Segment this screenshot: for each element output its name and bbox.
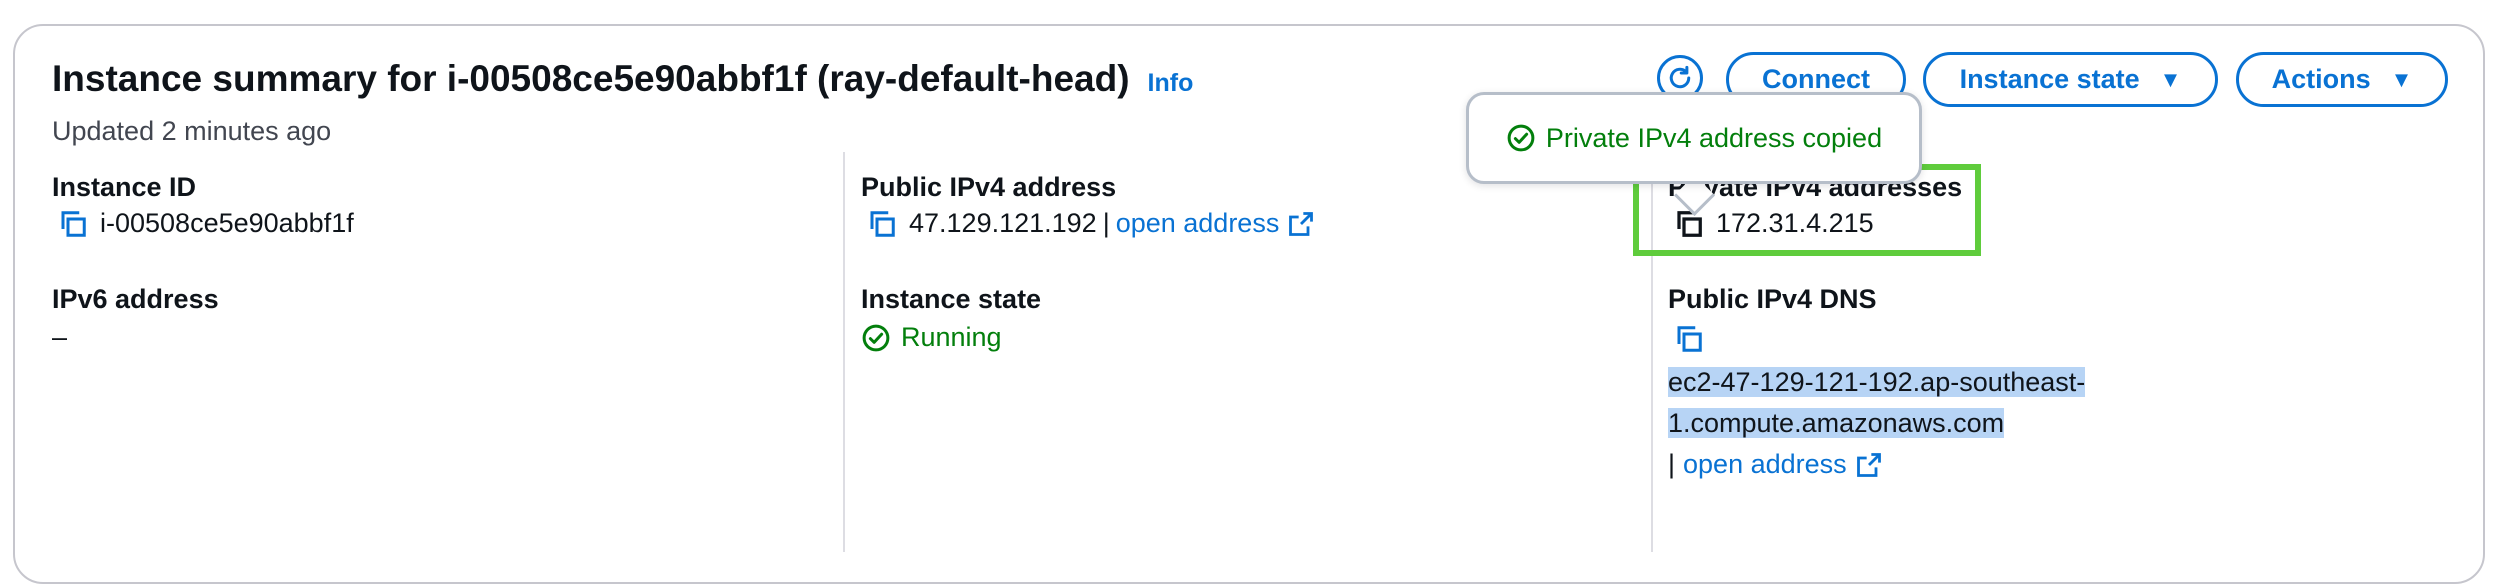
separator: | <box>1668 449 1676 479</box>
copy-icon[interactable] <box>58 209 88 239</box>
public-dns-label: Public IPv4 DNS <box>1668 284 1877 314</box>
status-success-icon <box>1507 124 1535 152</box>
connect-label: Connect <box>1762 64 1870 94</box>
external-link-icon[interactable] <box>1855 451 1883 479</box>
cut-off-label <box>52 520 252 532</box>
caret-down-icon: ▼ <box>2159 66 2182 92</box>
instance-id-text: i-00508ce5e90abbf1f <box>100 208 354 238</box>
popover-message: Private IPv4 address copied <box>1545 122 1883 153</box>
dns-line-2: 1.compute.amazonaws.com <box>1668 408 2005 438</box>
instance-state-field-label: Instance state <box>861 284 1042 314</box>
status-success-icon <box>862 324 890 351</box>
public-ipv4-label: Public IPv4 address <box>861 172 1117 202</box>
running-text: Running <box>901 322 1002 352</box>
external-link-icon[interactable] <box>1287 210 1315 238</box>
copy-icon[interactable] <box>867 209 897 239</box>
instance-id-label: Instance ID <box>52 172 197 202</box>
open-address-link[interactable]: open address <box>1116 208 1280 239</box>
separator: | <box>1102 208 1110 238</box>
actions-label: Actions <box>2271 64 2371 94</box>
column-divider <box>843 152 845 552</box>
dns-line-1: ec2-47-129-121-192.ap-southeast- <box>1668 367 2086 397</box>
public-ipv4-text: 47.129.121.192 <box>909 208 1097 238</box>
instance-summary-panel <box>13 24 2485 584</box>
copied-popover: Private IPv4 address copied <box>1466 92 1922 184</box>
public-dns-copy <box>1674 324 1716 354</box>
open-address-link[interactable]: open address <box>1683 444 1847 485</box>
public-ipv4-value: 47.129.121.192 | open address <box>867 208 1315 239</box>
instance-id-value: i-00508ce5e90abbf1f <box>58 208 354 239</box>
header: Instance summary for i-00508ce5e90abbf1f… <box>52 58 1193 100</box>
public-dns-value: ec2-47-129-121-192.ap-southeast- 1.compu… <box>1668 362 2086 485</box>
instance-state-button[interactable]: Instance state ▼ <box>1923 52 2218 107</box>
ipv6-label: IPv6 address <box>52 284 219 314</box>
caret-down-icon: ▼ <box>2390 66 2413 92</box>
ipv6-value: – <box>52 322 68 352</box>
copy-icon[interactable] <box>1674 324 1704 354</box>
instance-state-value: Running <box>861 322 1002 353</box>
page-title: Instance summary for i-00508ce5e90abbf1f… <box>52 58 1130 99</box>
refresh-icon <box>1669 65 1691 89</box>
info-link[interactable]: Info <box>1148 69 1194 98</box>
actions-button[interactable]: Actions ▼ <box>2236 52 2448 107</box>
updated-timestamp: Updated 2 minutes ago <box>52 116 332 146</box>
instance-state-label: Instance state <box>1959 64 2140 94</box>
